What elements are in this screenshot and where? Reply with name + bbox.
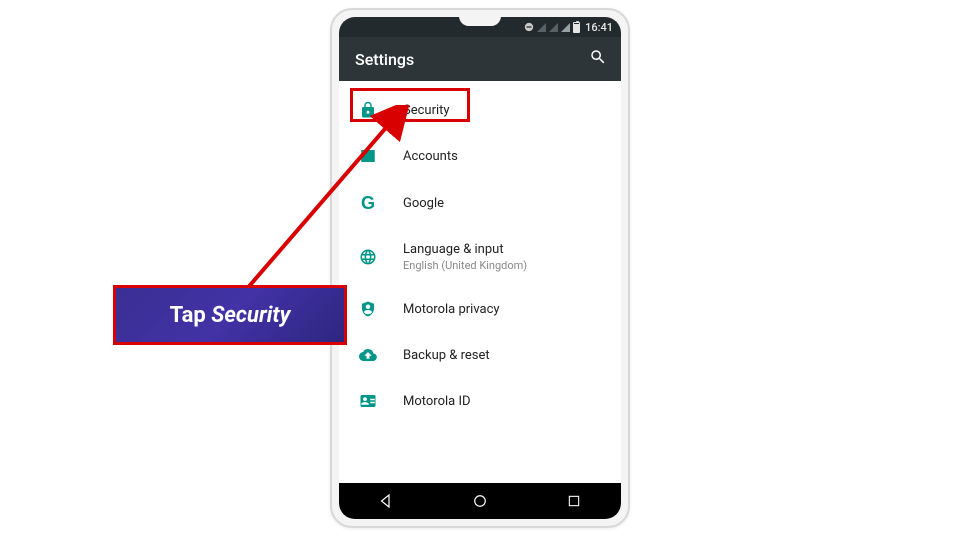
instruction-callout: Tap Security [116,288,344,342]
settings-item-motorola-privacy[interactable]: Motorola privacy [339,286,621,332]
callout-prefix: Tap [170,303,212,328]
settings-item-google[interactable]: G Google [339,179,621,228]
settings-item-language[interactable]: Language & input English (United Kingdom… [339,228,621,286]
battery-icon [573,22,580,33]
dnd-icon [524,22,534,32]
item-label: Google [403,196,444,211]
signal-icon [549,23,558,32]
nav-home-button[interactable] [460,483,500,519]
highlight-box-security [350,88,470,122]
id-card-icon [357,392,379,410]
settings-list: Security Accounts G Google Language & in… [339,81,621,483]
settings-item-backup[interactable]: Backup & reset [339,332,621,378]
settings-item-motorola-id[interactable]: Motorola ID [339,378,621,424]
phone-notch [459,16,501,26]
status-time: 16:41 [585,21,613,34]
globe-icon [357,248,379,266]
item-label: Backup & reset [403,348,490,363]
item-label: Accounts [403,149,458,164]
callout-emph: Security [211,303,290,328]
app-bar-title: Settings [355,50,414,69]
item-label: Motorola privacy [403,302,500,317]
nav-recent-button[interactable] [554,483,594,519]
phone-frame: 16:41 Settings Security Accounts [330,8,630,528]
search-icon[interactable] [589,48,607,70]
person-icon [357,147,379,165]
privacy-icon [357,300,379,318]
item-label: Language & input [403,242,527,257]
signal-icon [537,23,546,32]
settings-item-accounts[interactable]: Accounts [339,133,621,179]
nav-bar [339,483,621,519]
app-bar: Settings [339,37,621,81]
item-sublabel: English (United Kingdom) [403,259,527,272]
signal-icon [561,23,570,32]
nav-back-button[interactable] [366,483,406,519]
google-icon: G [357,193,379,214]
item-label: Motorola ID [403,394,471,409]
cloud-backup-icon [357,346,379,364]
